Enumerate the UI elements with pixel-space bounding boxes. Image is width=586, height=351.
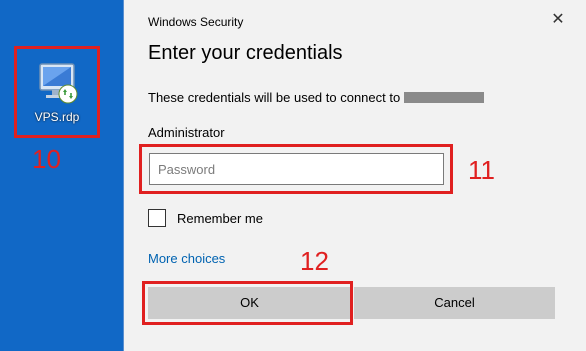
annotation-box-ok <box>142 281 353 325</box>
annotation-number-12: 12 <box>300 246 329 276</box>
annotation-number-11: 11 <box>468 155 495 185</box>
connection-info-label: These credentials will be used to connec… <box>148 90 401 105</box>
username-label: Administrator <box>148 125 225 140</box>
cancel-button[interactable]: Cancel <box>354 287 555 319</box>
connection-info-text: These credentials will be used to connec… <box>148 90 485 105</box>
checkbox-box[interactable] <box>148 209 166 227</box>
redacted-hostname <box>404 92 485 103</box>
annotation-box-password <box>139 144 453 194</box>
remember-me-label: Remember me <box>177 211 263 226</box>
dialog-heading: Enter your credentials <box>148 42 343 64</box>
annotation-box-icon <box>14 46 100 138</box>
close-icon[interactable]: ✕ <box>548 10 568 30</box>
annotation-number-10: 10 <box>32 144 61 174</box>
more-choices-link[interactable]: More choices <box>148 251 225 266</box>
dialog-title: Windows Security <box>148 15 244 29</box>
